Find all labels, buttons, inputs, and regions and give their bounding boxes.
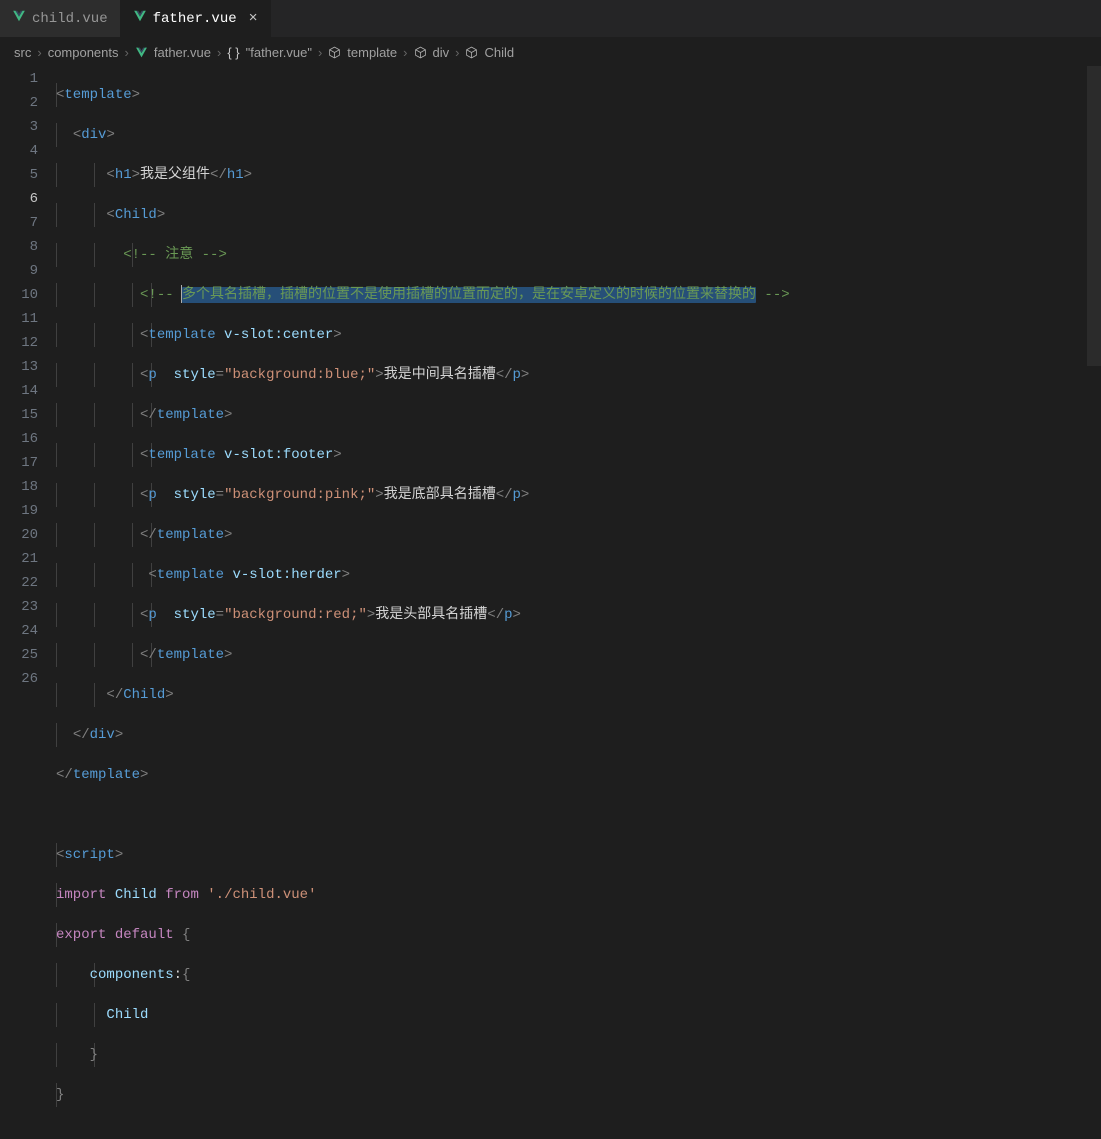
breadcrumb-item[interactable]: div [433, 45, 450, 60]
line-number: 20 [0, 523, 56, 547]
line-number: 19 [0, 499, 56, 523]
breadcrumb-item[interactable]: father.vue [154, 45, 211, 60]
breadcrumbs[interactable]: src › components › father.vue › { } "fat… [0, 38, 1101, 66]
line-number-gutter: 1 2 3 4 5 6 7 8 9 10 11 12 13 14 15 16 1… [0, 66, 56, 687]
line-number: 6 [0, 187, 56, 211]
style-value: "background:pink;" [224, 487, 375, 503]
chevron-right-icon: › [455, 45, 459, 60]
line-number: 22 [0, 571, 56, 595]
line-number: 15 [0, 403, 56, 427]
tabs-bar: child.vue father.vue × [0, 0, 1101, 38]
line-number: 13 [0, 355, 56, 379]
tab-father[interactable]: father.vue × [121, 0, 271, 37]
line-number: 9 [0, 259, 56, 283]
p-text: 我是中间具名插槽 [384, 367, 496, 383]
style-value: "background:red;" [224, 607, 367, 623]
style-attr: style [174, 487, 216, 503]
selected-text: 多个具名插槽，插槽的位置不是使用插槽的位置而定的，是在安卓定义的时候的位置来替换… [182, 287, 756, 303]
slot-attr: v-slot:footer [224, 447, 333, 463]
line-number: 25 [0, 643, 56, 667]
breadcrumb-item[interactable]: "father.vue" [246, 45, 312, 60]
string: './child.vue' [207, 887, 316, 903]
line-number: 26 [0, 667, 56, 691]
line-number: 17 [0, 451, 56, 475]
tab-label: child.vue [32, 11, 108, 27]
chevron-right-icon: › [318, 45, 322, 60]
line-number: 8 [0, 235, 56, 259]
line-number: 3 [0, 115, 56, 139]
line-number: 11 [0, 307, 56, 331]
line-number: 14 [0, 379, 56, 403]
line-number: 23 [0, 595, 56, 619]
tab-label: father.vue [153, 11, 237, 27]
vertical-scrollbar[interactable] [1087, 66, 1101, 366]
identifier: Child [106, 1007, 148, 1023]
vue-icon [133, 9, 147, 28]
h1-text: 我是父组件 [140, 167, 210, 183]
identifier: Child [115, 887, 157, 903]
breadcrumb-item[interactable]: src [14, 45, 31, 60]
style-attr: style [174, 607, 216, 623]
line-number: 24 [0, 619, 56, 643]
slot-attr: v-slot:herder [232, 567, 341, 583]
keyword: import [56, 887, 106, 903]
style-attr: style [174, 367, 216, 383]
comment-note: 注意 [157, 247, 202, 263]
property: components [90, 967, 174, 983]
line-number: 5 [0, 163, 56, 187]
p-text: 我是底部具名插槽 [384, 487, 496, 503]
vue-icon [12, 9, 26, 28]
cube-icon [414, 46, 427, 59]
line-number: 21 [0, 547, 56, 571]
line-number: 1 [0, 67, 56, 91]
chevron-right-icon: › [217, 45, 221, 60]
breadcrumb-item[interactable]: Child [484, 45, 514, 60]
line-number: 18 [0, 475, 56, 499]
line-number: 4 [0, 139, 56, 163]
close-icon[interactable]: × [249, 10, 258, 27]
keyword: export [56, 927, 106, 943]
keyword: from [165, 887, 199, 903]
braces-icon: { } [227, 45, 239, 60]
line-number: 12 [0, 331, 56, 355]
chevron-right-icon: › [125, 45, 129, 60]
line-number: 7 [0, 211, 56, 235]
style-value: "background:blue;" [224, 367, 375, 383]
slot-attr: v-slot:center [224, 327, 333, 343]
chevron-right-icon: › [403, 45, 407, 60]
editor[interactable]: 1 2 3 4 5 6 7 8 9 10 11 12 13 14 15 16 1… [0, 66, 1101, 687]
line-number: 16 [0, 427, 56, 451]
keyword: default [115, 927, 174, 943]
line-number: 10 [0, 283, 56, 307]
breadcrumb-item[interactable]: template [347, 45, 397, 60]
p-text: 我是头部具名插槽 [375, 607, 487, 623]
vue-icon [135, 46, 148, 59]
tab-child[interactable]: child.vue [0, 0, 121, 37]
code-area[interactable]: <template> <div> <h1>我是父组件</h1> <Child> … [56, 66, 1101, 687]
breadcrumb-item[interactable]: components [48, 45, 119, 60]
chevron-right-icon: › [37, 45, 41, 60]
line-number: 2 [0, 91, 56, 115]
cube-icon [328, 46, 341, 59]
cube-icon [465, 46, 478, 59]
